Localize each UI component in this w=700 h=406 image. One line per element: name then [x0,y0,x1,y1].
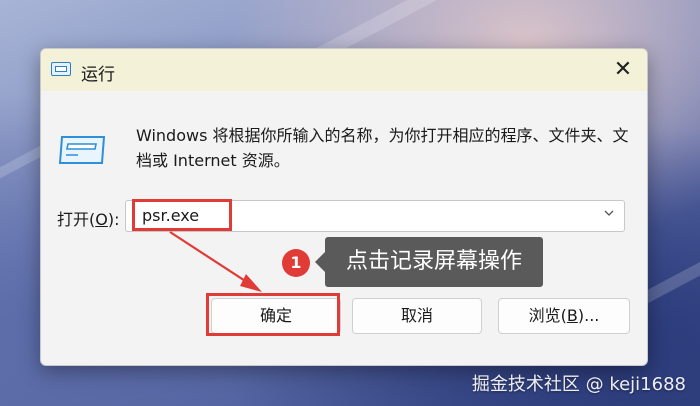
title-bar: 运行 ✕ [41,49,647,91]
watermark: 掘金技术社区 @ keji1688 [471,374,686,395]
run-large-icon [58,136,106,164]
open-label: 打开(O): [57,206,119,230]
open-label-prefix: 打开( [57,210,96,229]
annotation-tooltip: 点击记录屏幕操作 [315,237,543,287]
cancel-button[interactable]: 取消 [352,298,482,334]
ok-highlight-box [206,293,340,336]
browse-label-accesskey: B [566,306,578,325]
browse-button[interactable]: 浏览(B)... [498,298,630,334]
close-icon[interactable]: ✕ [611,58,635,82]
open-label-accesskey: O [95,210,108,229]
run-app-icon [51,62,71,76]
open-label-suffix: ): [107,210,120,229]
step-number-badge: 1 [282,249,310,277]
browse-label-suffix: )... [577,306,600,325]
dialog-description: Windows 将根据你所输入的名称，为你打开相应的程序、文件夹、文档或 Int… [136,126,629,170]
dialog-title: 运行 [81,65,115,85]
input-highlight-box [132,199,232,231]
chevron-down-icon[interactable] [604,208,614,218]
run-dialog: 运行 ✕ Windows 将根据你所输入的名称，为你打开相应的程序、文件夹、文档… [40,48,648,366]
browse-label-prefix: 浏览( [528,306,567,325]
